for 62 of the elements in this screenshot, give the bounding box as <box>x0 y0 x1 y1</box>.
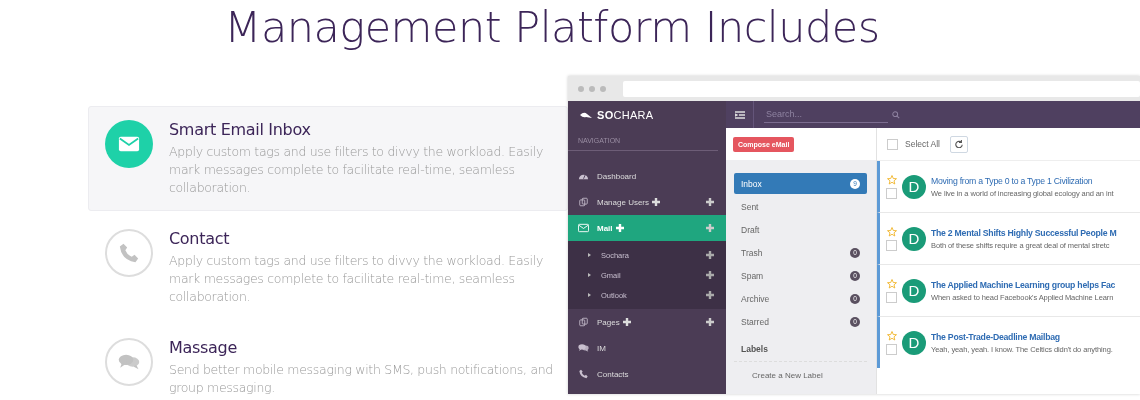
plus-icon[interactable] <box>706 198 714 206</box>
window-dot <box>600 85 606 92</box>
feature-card[interactable]: Massage Send better mobile messaging with SMS, push notifications, and group messaging. <box>88 324 568 400</box>
checkbox[interactable] <box>886 343 897 355</box>
avatar: D <box>902 330 926 355</box>
star-icon[interactable] <box>886 226 897 237</box>
copy-icon <box>578 197 589 207</box>
select-all-checkbox[interactable] <box>887 138 898 150</box>
refresh-button[interactable] <box>949 135 968 153</box>
nav-item[interactable]: Dashboard <box>568 163 726 189</box>
email-subject[interactable]: The 2 Mental Shifts Highly Successful People M <box>931 227 1117 238</box>
feature-card[interactable]: Smart Email Inbox Apply custom tags and use filters to divvy the workload. Easily mark messages complete to facilitate real-time, seamless collaboration. <box>88 106 568 211</box>
logo-text: SOCHARA <box>597 108 654 121</box>
nav-item[interactable]: IM <box>568 335 726 361</box>
triangle-icon <box>588 253 591 257</box>
plus-icon[interactable] <box>706 251 714 259</box>
email-subject[interactable]: Moving from a Type 0 to a Type 1 Civilization <box>931 175 1114 186</box>
plus-icon[interactable] <box>706 318 714 326</box>
star-icon[interactable] <box>886 330 897 341</box>
search-icon <box>892 110 900 119</box>
phone-icon <box>105 229 153 277</box>
chat-bubbles-icon <box>105 338 153 386</box>
create-label-link[interactable]: Create a New Label <box>726 362 876 380</box>
feature-card[interactable]: Contact Apply custom tags and use filters to divvy the workload. Easily mark messages complete to facilitate real-time, seamless collaboration. <box>88 215 568 320</box>
nav-item[interactable]: Pages <box>568 309 726 335</box>
labels-heading: Labels <box>734 334 867 362</box>
checkbox[interactable] <box>886 187 897 199</box>
plus-icon[interactable] <box>706 271 714 279</box>
nav-item[interactable]: Contacts <box>568 361 726 387</box>
checkbox[interactable] <box>886 291 897 303</box>
email-subject[interactable]: The Applied Machine Learning group helps Fac <box>931 279 1116 290</box>
star-icon[interactable] <box>886 174 897 185</box>
triangle-icon <box>588 293 591 297</box>
window-dot <box>578 85 584 92</box>
envelope-icon <box>578 223 589 233</box>
window-dot <box>589 85 595 92</box>
feature-description: Apply custom tags and use filters to divvy the workload. Easily mark messages complete to facilitate real-time, seamless collaboration. <box>169 143 544 197</box>
triangle-icon <box>588 273 591 277</box>
folder-item[interactable]: Draft <box>734 219 867 240</box>
plus-icon[interactable] <box>706 291 714 299</box>
search-field[interactable]: Search... <box>764 106 888 123</box>
logo-icon <box>580 110 592 119</box>
chat-icon <box>578 343 589 353</box>
checkbox[interactable] <box>886 239 897 251</box>
envelope-icon <box>105 120 153 168</box>
copy-icon <box>578 317 589 327</box>
avatar: D <box>902 226 926 251</box>
page-heading: Management Platform Includes <box>224 1 880 52</box>
feature-description: Apply custom tags and use filters to divvy the workload. Easily mark messages complete to facilitate real-time, seamless collaboration. <box>169 252 544 306</box>
nav-item[interactable]: Manage Users <box>568 189 726 215</box>
phone-icon <box>578 369 589 379</box>
feature-title: Massage <box>169 338 238 357</box>
folder-item[interactable]: Sent <box>734 196 867 217</box>
feature-description: Send better mobile messaging with SMS, push notifications, and group messaging. <box>169 361 554 397</box>
avatar: D <box>902 174 926 199</box>
feature-title: Contact <box>169 229 231 248</box>
feature-title: Smart Email Inbox <box>169 120 312 139</box>
avatar: D <box>902 278 926 303</box>
email-subject[interactable]: The Post-Trade-Deadline Mailbag <box>931 331 1113 342</box>
select-all-label[interactable]: Select All <box>905 139 940 149</box>
refresh-icon <box>954 140 963 148</box>
star-icon[interactable] <box>886 278 897 289</box>
